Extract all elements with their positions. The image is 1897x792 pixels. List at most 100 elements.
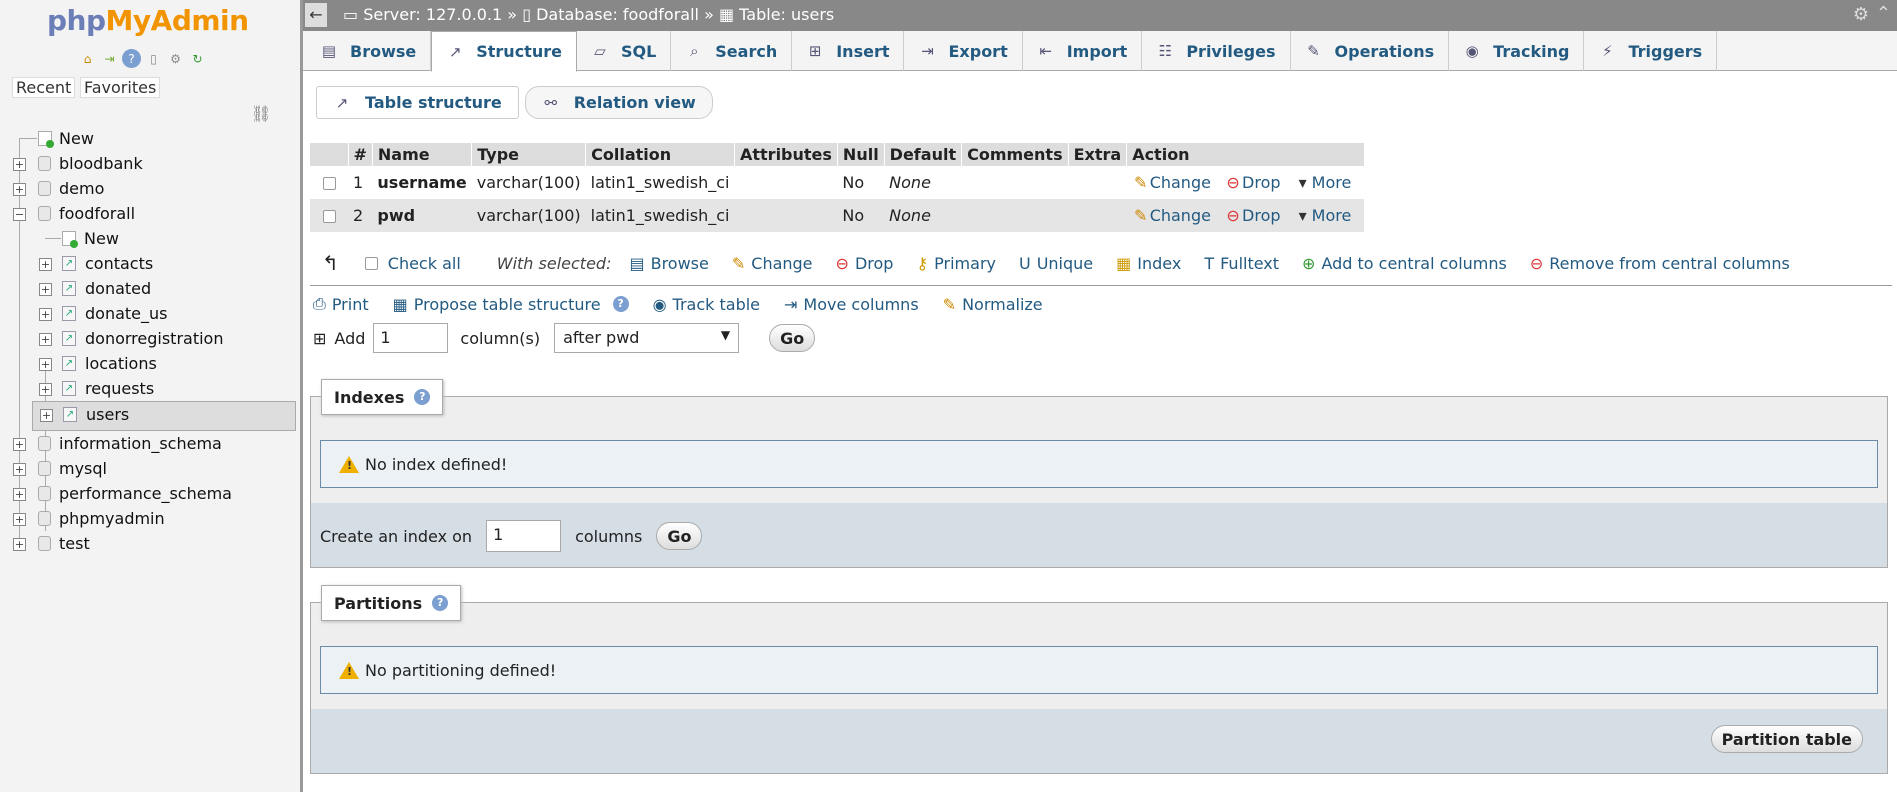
column-position-select[interactable]: after pwd ▼	[554, 323, 740, 353]
expand-icon[interactable]: +	[13, 158, 26, 171]
field-name[interactable]: pwd	[372, 199, 472, 232]
row-checkbox[interactable]	[322, 177, 336, 190]
column-header[interactable]: Type	[471, 143, 587, 166]
tab-export[interactable]: ⇥ Export	[904, 31, 1023, 71]
expand-icon[interactable]: +	[13, 538, 26, 551]
expand-icon[interactable]: +	[13, 513, 26, 526]
home-icon[interactable]: ⌂	[78, 49, 97, 68]
tab-insert[interactable]: ⊞ Insert	[792, 31, 905, 71]
phpmyadmin-logo[interactable]: phpMyAdmin	[47, 4, 249, 37]
add-central-columns-button[interactable]: ⊕ Add to central columns	[1302, 254, 1507, 273]
settings-icon[interactable]: ⚙	[166, 49, 185, 68]
bulk-index-button[interactable]: ▦ Index	[1116, 254, 1181, 273]
bulk-primary-button[interactable]: ⚷ Primary	[916, 254, 996, 273]
help-icon[interactable]: ?	[432, 595, 449, 611]
tab-triggers[interactable]: ⚡ Triggers	[1584, 31, 1718, 71]
tree-item-contacts[interactable]: + ↗ contacts	[0, 251, 296, 276]
create-index-go-button[interactable]: Go	[656, 522, 703, 550]
expand-icon[interactable]: +	[13, 463, 26, 476]
expand-icon[interactable]: +	[39, 283, 52, 296]
column-header[interactable]: Comments	[961, 143, 1069, 166]
expand-icon[interactable]: +	[39, 333, 52, 346]
tree-item-phpmyadmin[interactable]: + phpmyadmin	[0, 506, 296, 531]
subtab-relation-view[interactable]: ⚯ Relation view	[524, 86, 713, 119]
expand-icon[interactable]: +	[13, 183, 26, 196]
docs-icon[interactable]: ▯	[144, 49, 163, 68]
drop-link[interactable]: ⊖ Drop	[1224, 206, 1280, 225]
tree-item-bloodbank[interactable]: + bloodbank	[0, 151, 296, 176]
subtab-table-structure[interactable]: ↗ Table structure	[316, 86, 519, 119]
propose-structure-link[interactable]: ▦ Propose table structure?	[393, 295, 629, 314]
collapse-icon[interactable]: −	[13, 208, 26, 221]
check-all-label[interactable]: Check all	[388, 254, 461, 273]
tree-item-performance-schema[interactable]: + performance_schema	[0, 481, 296, 506]
print-link[interactable]: ⎙ Print	[313, 294, 369, 314]
tree-item-foodforall[interactable]: − foodforall	[0, 201, 296, 226]
index-column-count-input[interactable]: 1	[486, 520, 562, 552]
help-icon[interactable]: ?	[612, 296, 629, 312]
bulk-unique-button[interactable]: U Unique	[1019, 254, 1093, 273]
column-header[interactable]: #	[348, 143, 373, 166]
breadcrumb-server[interactable]: Server: 127.0.0.1	[363, 5, 502, 24]
logout-icon[interactable]: ⇥	[100, 49, 119, 68]
breadcrumb-database[interactable]: Database: foodforall	[536, 5, 699, 24]
column-header[interactable]: Collation	[585, 143, 735, 166]
tab-import[interactable]: ⇤ Import	[1023, 31, 1143, 71]
column-header[interactable]: Name	[372, 143, 473, 166]
tree-item-new-table[interactable]: New	[0, 226, 296, 251]
more-dropdown[interactable]: ▾ More	[1294, 173, 1352, 192]
tab-privileges[interactable]: ☷ Privileges	[1142, 31, 1291, 71]
change-link[interactable]: ✎ Change	[1132, 206, 1211, 225]
remove-central-columns-button[interactable]: ⊖ Remove from central columns	[1530, 254, 1790, 273]
column-header[interactable]: Default	[884, 143, 963, 166]
tree-item-donated[interactable]: + ↗ donated	[0, 276, 296, 301]
expand-icon[interactable]: +	[40, 409, 53, 422]
tab-operations[interactable]: ✎ Operations	[1291, 31, 1450, 71]
reload-icon[interactable]: ↻	[188, 49, 207, 68]
tab-sql[interactable]: ▱ SQL	[577, 31, 672, 71]
move-columns-link[interactable]: ⇥ Move columns	[784, 295, 919, 314]
bulk-change-button[interactable]: ✎ Change	[732, 254, 813, 273]
column-header[interactable]: Extra	[1068, 143, 1128, 166]
collapse-icon[interactable]: ⌃	[1876, 3, 1891, 24]
field-name[interactable]: username	[372, 166, 472, 199]
expand-icon[interactable]: +	[13, 488, 26, 501]
tab-structure[interactable]: ↗ Structure	[431, 31, 577, 72]
column-header[interactable]: Attributes	[734, 143, 838, 166]
change-link[interactable]: ✎ Change	[1132, 173, 1211, 192]
tree-item-donorregistration[interactable]: + ↗ donorregistration	[0, 326, 296, 351]
expand-icon[interactable]: +	[13, 438, 26, 451]
tree-item-new[interactable]: New	[0, 126, 296, 151]
tab-search[interactable]: ⌕ Search	[671, 31, 793, 71]
recent-button[interactable]: Recent	[12, 77, 76, 98]
help-icon[interactable]: ?	[122, 49, 141, 68]
row-checkbox[interactable]	[322, 210, 336, 223]
partition-table-button[interactable]: Partition table	[1710, 725, 1863, 753]
track-table-link[interactable]: ◉ Track table	[653, 295, 760, 314]
back-arrow-icon[interactable]: ←	[305, 3, 327, 27]
tree-item-users[interactable]: + ↗ users	[32, 401, 296, 431]
drop-link[interactable]: ⊖ Drop	[1224, 173, 1280, 192]
expand-icon[interactable]: +	[39, 358, 52, 371]
bulk-drop-button[interactable]: ⊖ Drop	[836, 254, 894, 273]
bulk-browse-button[interactable]: ▤ Browse	[629, 254, 708, 273]
tab-browse[interactable]: ▤ Browse	[306, 31, 432, 71]
tab-tracking[interactable]: ◉ Tracking	[1449, 31, 1585, 71]
tree-item-requests[interactable]: + ↗ requests	[0, 376, 296, 401]
add-column-count-input[interactable]: 1	[373, 323, 449, 353]
expand-icon[interactable]: +	[39, 383, 52, 396]
check-all-checkbox[interactable]	[364, 256, 378, 270]
tree-item-information-schema[interactable]: + information_schema	[0, 431, 296, 456]
expand-icon[interactable]: +	[39, 308, 52, 321]
tree-item-test[interactable]: + test	[0, 531, 296, 556]
tree-item-donate-us[interactable]: + ↗ donate_us	[0, 301, 296, 326]
breadcrumb-table[interactable]: Table: users	[739, 5, 834, 24]
link-with-main-icon[interactable]: ⛓	[251, 104, 271, 123]
normalize-link[interactable]: ✎ Normalize	[943, 295, 1043, 314]
column-header[interactable]: Null	[837, 143, 885, 166]
favorites-button[interactable]: Favorites	[80, 77, 161, 98]
gear-icon[interactable]: ⚙	[1853, 4, 1869, 25]
help-icon[interactable]: ?	[414, 389, 431, 405]
tree-item-locations[interactable]: + ↗ locations	[0, 351, 296, 376]
bulk-fulltext-button[interactable]: T Fulltext	[1204, 254, 1279, 273]
